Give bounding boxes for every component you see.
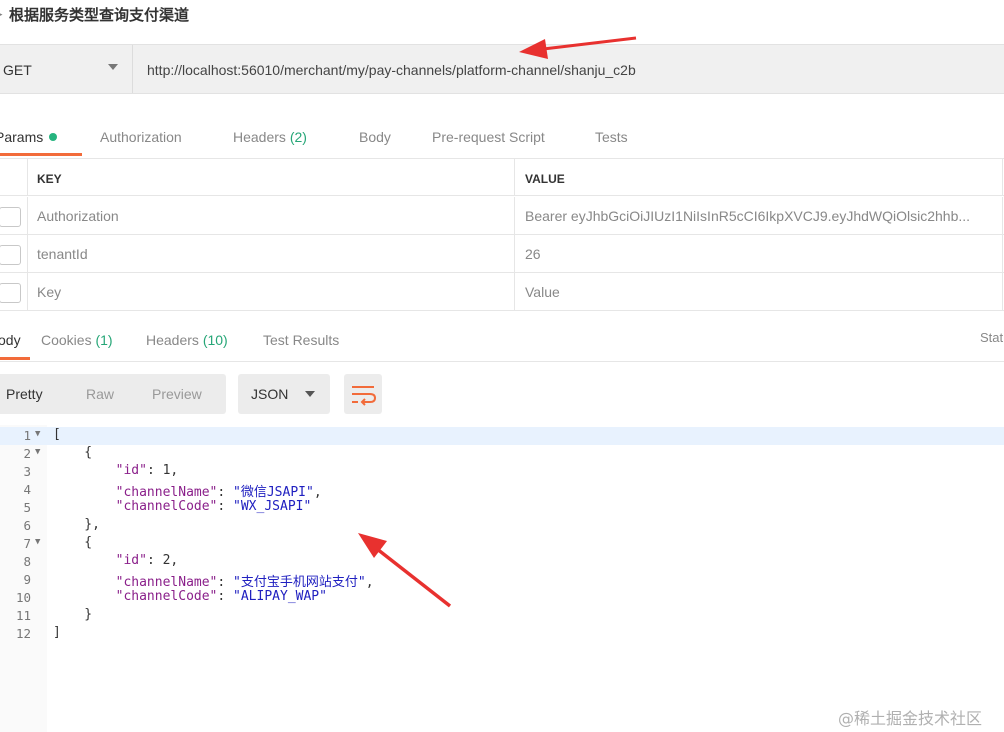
arrow-to-response-icon: [358, 533, 452, 608]
arrow-to-url-icon: [519, 36, 637, 59]
annotation-arrows: [358, 36, 637, 608]
watermark: @稀土掘金技术社区: [838, 709, 983, 728]
